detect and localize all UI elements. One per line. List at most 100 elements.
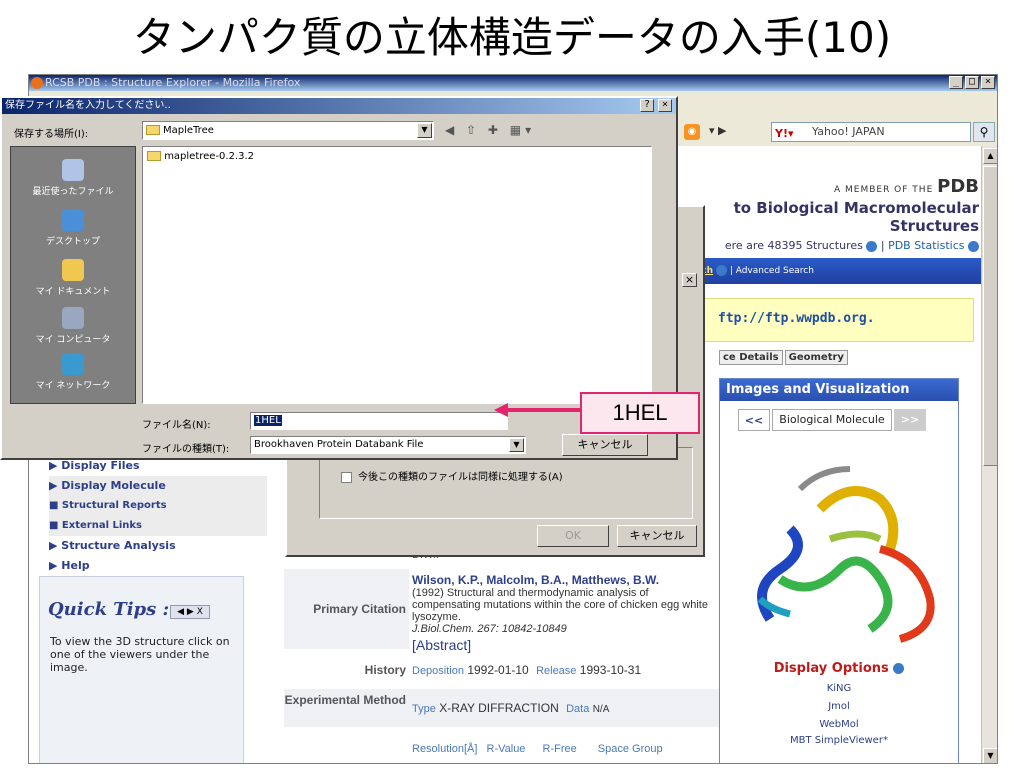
- next-image-button[interactable]: >>: [894, 409, 926, 431]
- spacegroup-label: Space Group: [597, 743, 663, 755]
- desktop-icon: [62, 209, 84, 231]
- pdb-statistics-link[interactable]: PDB Statistics: [888, 239, 964, 252]
- image-nav: << Biological Molecule >>: [738, 409, 938, 431]
- sidebar-item-structural-reports[interactable]: ■ Structural Reports: [49, 496, 267, 516]
- remember-choice-checkbox[interactable]: 今後この種類のファイルは同様に処理する(A): [341, 468, 563, 483]
- close-icon[interactable]: ×: [682, 273, 697, 287]
- advanced-search-link[interactable]: | Advanced Search: [730, 266, 814, 276]
- prev-image-button[interactable]: <<: [738, 409, 770, 431]
- cancel-button[interactable]: キャンセル: [562, 434, 648, 456]
- info-icon: [968, 240, 979, 252]
- cancel-button[interactable]: キャンセル: [617, 525, 697, 547]
- pdb-logo: PDB: [937, 176, 979, 197]
- rfree-label: R-Free: [542, 743, 577, 755]
- pdb-tagline: to Biological Macromolecular Structures: [733, 199, 979, 235]
- filename-callout: 1HEL: [580, 392, 700, 434]
- place-desktop[interactable]: デスクトップ: [11, 209, 135, 247]
- pdb-header: A MEMBER OF THE PDB to Biological Macrom…: [679, 176, 979, 252]
- citation-text: (1992) Structural and thermodynamic anal…: [412, 587, 708, 623]
- resolution-row: Resolution[Å] R-Value R-Free Space Group: [284, 739, 724, 763]
- tab-geometry[interactable]: Geometry: [784, 350, 848, 365]
- citation-journal: J.Biol.Chem. 267: 10842-10849: [412, 623, 567, 635]
- help-icon[interactable]: ?: [640, 99, 654, 112]
- deposition-label: Deposition: [412, 665, 464, 677]
- primary-citation-label: Primary Citation: [284, 569, 409, 649]
- firefox-titlebar: RCSB PDB : Structure Explorer - Mozilla …: [29, 75, 997, 91]
- dialog-toolbar[interactable]: ◀ ⇧ ✚ ▦▾: [445, 123, 535, 137]
- quick-tips-title: Quick Tips :: [48, 599, 170, 620]
- citation-authors[interactable]: Wilson, K.P., Malcolm, B.A., Matthews, B…: [412, 573, 717, 587]
- filename-input[interactable]: 1HEL: [250, 412, 508, 430]
- tab-bar: ce Details Geometry: [719, 350, 850, 365]
- ok-button[interactable]: OK: [537, 525, 609, 547]
- slide-title: タンパク質の立体構造データの入手(10): [132, 13, 892, 62]
- list-item[interactable]: mapletree-0.2.3.2: [147, 151, 254, 162]
- viewer-king-link[interactable]: KiNG: [720, 683, 958, 694]
- scroll-up-icon[interactable]: ▲: [983, 148, 997, 164]
- scroll-thumb[interactable]: [983, 166, 997, 466]
- maximize-icon[interactable]: □: [965, 76, 979, 89]
- help-icon[interactable]: [715, 265, 727, 276]
- filename-label: ファイル名(N):: [142, 420, 211, 431]
- rvalue-label: R-Value: [486, 743, 526, 755]
- display-options-title: Display Options: [720, 661, 958, 676]
- viewer-mbt-link[interactable]: MBT SimpleViewer*: [720, 735, 958, 746]
- place-documents[interactable]: マイ ドキュメント: [11, 259, 135, 297]
- deposition-date: 1992-01-10: [467, 663, 529, 677]
- scroll-down-icon[interactable]: ▼: [983, 748, 997, 763]
- window-title: RCSB PDB : Structure Explorer - Mozilla …: [45, 76, 301, 89]
- type-value: X-RAY DIFFRACTION: [439, 701, 559, 715]
- callout-arrow: [494, 403, 584, 417]
- sidebar-item-help[interactable]: ▶ Help: [49, 556, 267, 576]
- filetype-label: ファイルの種類(T):: [142, 444, 230, 455]
- save-dialog-title: 保存ファイル名を入力してください..: [5, 100, 171, 111]
- go-button[interactable]: ▾ ▶: [709, 124, 769, 142]
- quick-tips-nav[interactable]: ◀ ▶ X: [170, 605, 210, 619]
- yahoo-icon: Y!▾: [775, 127, 794, 140]
- quick-tips-text: To view the 3D structure click on one of…: [50, 635, 230, 674]
- search-icon[interactable]: ⚲: [973, 122, 995, 142]
- save-location-select[interactable]: MapleTree ▼: [142, 121, 434, 140]
- data-label: Data: [566, 703, 590, 715]
- search-engine-box[interactable]: Y!▾ Yahoo! JAPAN: [771, 122, 971, 142]
- minimize-icon[interactable]: _: [949, 76, 963, 89]
- network-icon: [62, 353, 84, 375]
- sidebar-item-external-links[interactable]: ■ External Links: [49, 516, 267, 536]
- rss-icon[interactable]: ◉: [684, 124, 700, 140]
- search-engine-label: Yahoo! JAPAN: [812, 125, 885, 138]
- vertical-scrollbar[interactable]: ▲ ▼: [981, 146, 997, 763]
- folder-icon: [147, 151, 161, 161]
- close-icon[interactable]: ×: [658, 99, 672, 112]
- sidebar-item-display-molecule[interactable]: ▶ Display Molecule: [49, 476, 267, 496]
- images-panel-title: Images and Visualization: [720, 379, 958, 401]
- history-row: History Deposition 1992-01-10 Release 19…: [284, 657, 724, 683]
- checkbox-icon: [341, 471, 352, 483]
- save-dialog-titlebar: 保存ファイル名を入力してください.. ? ×: [2, 98, 676, 114]
- tab-sequence-details[interactable]: ce Details: [719, 350, 783, 365]
- images-panel: Images and Visualization << Biological M…: [719, 378, 959, 763]
- filetype-select[interactable]: Brookhaven Protein Databank File ▼: [250, 436, 526, 454]
- file-list[interactable]: mapletree-0.2.3.2: [142, 146, 652, 404]
- viewer-jmol-link[interactable]: Jmol: [720, 701, 958, 712]
- viewer-webmol-link[interactable]: WebMol: [720, 719, 958, 730]
- sidebar-item-structure-analysis[interactable]: ▶ Structure Analysis: [49, 536, 267, 556]
- protein-structure-image[interactable]: [730, 449, 950, 649]
- type-label: Type: [412, 703, 436, 715]
- info-icon: [866, 240, 878, 252]
- place-network[interactable]: マイ ネットワーク: [11, 353, 135, 391]
- close-icon[interactable]: ×: [981, 76, 995, 89]
- molecule-label: Biological Molecule: [772, 409, 892, 431]
- release-date: 1993-10-31: [579, 663, 642, 677]
- computer-icon: [62, 307, 84, 329]
- primary-citation-row: Primary Citation Wilson, K.P., Malcolm, …: [284, 569, 724, 653]
- resolution-label: Resolution[Å]: [412, 743, 478, 755]
- structure-count: ere are 48395 Structures | PDB Statistic…: [679, 239, 979, 252]
- abstract-link[interactable]: [Abstract]: [412, 637, 717, 653]
- data-value: N/A: [592, 704, 610, 715]
- firefox-icon: [31, 77, 43, 89]
- method-row: Experimental Method Type X-RAY DIFFRACTI…: [284, 689, 724, 727]
- recent-icon: [62, 159, 84, 181]
- place-recent[interactable]: 最近使ったファイル: [11, 159, 135, 197]
- pdb-member-line: A MEMBER OF THE PDB: [833, 176, 979, 197]
- place-computer[interactable]: マイ コンピュータ: [11, 307, 135, 345]
